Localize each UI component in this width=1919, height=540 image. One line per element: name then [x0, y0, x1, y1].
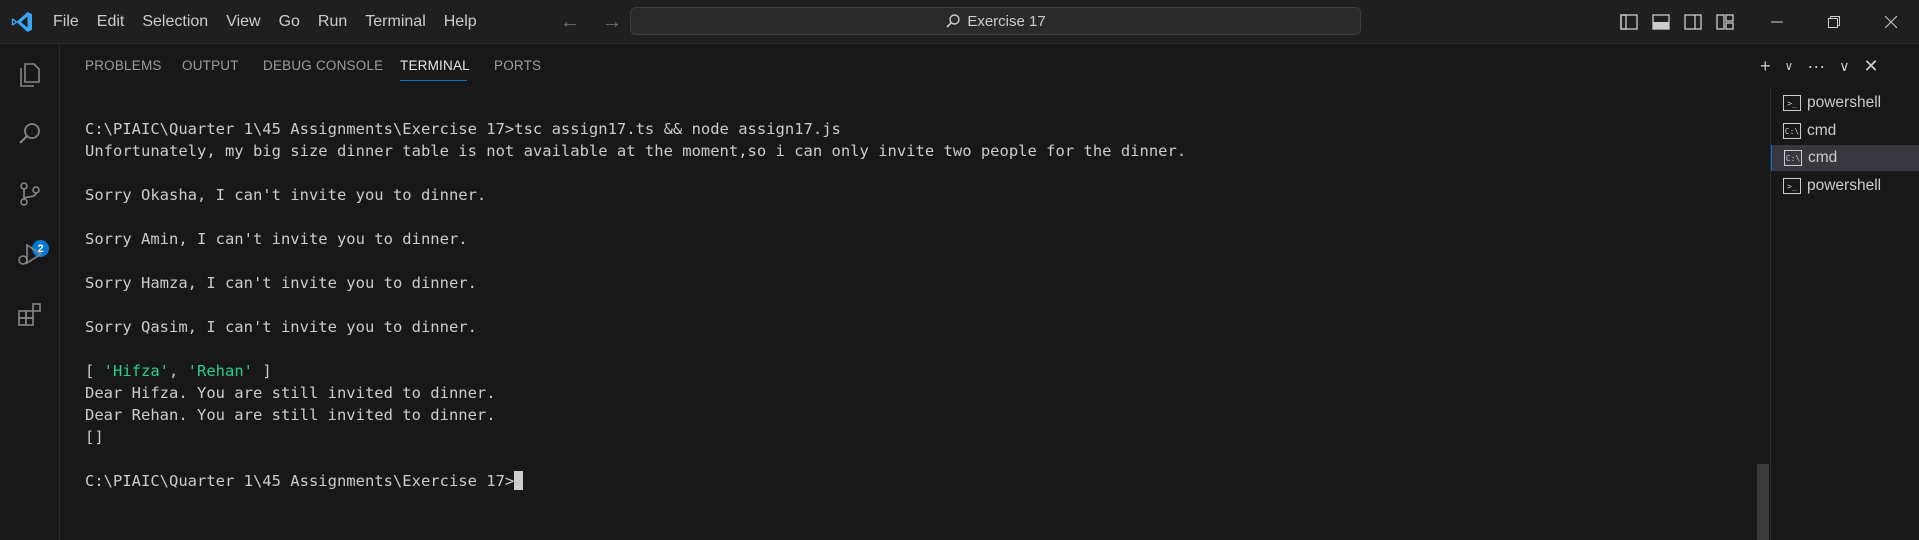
explorer-button[interactable]: [12, 56, 48, 92]
terminal-cursor: [514, 471, 524, 490]
close-button[interactable]: [1862, 0, 1919, 44]
layout-controls: [1620, 0, 1734, 44]
terminal-line: Unfortunately, my big size dinner table …: [85, 142, 1187, 160]
menu-go[interactable]: Go: [270, 0, 309, 44]
menu-file[interactable]: File: [44, 0, 88, 44]
terminal-scrollbar[interactable]: [1757, 464, 1769, 540]
run-debug-icon: [18, 243, 43, 265]
tab-output[interactable]: OUTPUT: [182, 58, 239, 73]
close-icon: [1884, 16, 1897, 28]
terminal-line: Sorry Okasha, I can't invite you to dinn…: [85, 186, 487, 204]
terminal-tab-label: cmd: [1807, 122, 1837, 139]
files-icon: [20, 63, 40, 87]
powershell-icon: >_: [1783, 178, 1801, 194]
extensions-button[interactable]: [12, 296, 48, 332]
terminal-prompt: C:\PIAIC\Quarter 1\45 Assignments\Exerci…: [85, 472, 515, 490]
terminal-line: C:\PIAIC\Quarter 1\45 Assignments\Exerci…: [85, 120, 841, 138]
terminal-line: Sorry Hamza, I can't invite you to dinne…: [85, 274, 477, 292]
tab-ports[interactable]: PORTS: [494, 58, 541, 73]
menu-bar: File Edit Selection View Go Run Terminal…: [44, 0, 486, 44]
menu-view[interactable]: View: [217, 0, 269, 44]
extensions-icon: [18, 303, 41, 326]
terminal-output[interactable]: C:\PIAIC\Quarter 1\45 Assignments\Exerci…: [85, 118, 1745, 492]
terminal-array-line: [ 'Hifza', 'Rehan' ]: [85, 360, 1745, 382]
terminal-line: Dear Rehan. You are still invited to din…: [85, 406, 496, 424]
search-view-button[interactable]: [12, 116, 48, 152]
navigation-arrows: ← →: [560, 0, 622, 44]
array-open: [: [85, 362, 104, 380]
toggle-primary-sidebar-icon[interactable]: [1620, 14, 1638, 30]
terminal-line: Sorry Amin, I can't invite you to dinner…: [85, 230, 468, 248]
toggle-panel-icon[interactable]: [1652, 14, 1670, 30]
minimize-button[interactable]: [1748, 0, 1805, 44]
terminal-tab-label: powershell: [1807, 177, 1882, 194]
back-arrow-icon[interactable]: ←: [560, 11, 580, 34]
terminal-line: Dear Hifza. You are still invited to din…: [85, 384, 496, 402]
cmd-icon: C:\: [1784, 150, 1802, 166]
terminal-tab-powershell-2[interactable]: >_ powershell: [1771, 173, 1919, 199]
run-debug-button[interactable]: [12, 236, 48, 272]
tab-debug-console[interactable]: DEBUG CONSOLE: [263, 58, 383, 73]
string-hifza: 'Hifza': [103, 362, 169, 380]
minimize-icon: [1770, 21, 1783, 23]
vscode-logo-icon: [11, 12, 33, 32]
terminal-tab-cmd-1[interactable]: C:\ cmd: [1771, 118, 1919, 144]
panel-actions: + ∨ ··· ∨ ✕: [1760, 44, 1879, 88]
array-close: ]: [253, 362, 272, 380]
terminal-line: Sorry Qasim, I can't invite you to dinne…: [85, 318, 477, 336]
terminal-tab-label: cmd: [1808, 149, 1838, 166]
command-center-label: Exercise 17: [967, 12, 1046, 30]
menu-help[interactable]: Help: [435, 0, 486, 44]
customize-layout-icon[interactable]: [1716, 14, 1734, 30]
toggle-secondary-sidebar-icon[interactable]: [1684, 14, 1702, 30]
close-panel-icon[interactable]: ✕: [1864, 56, 1879, 77]
command-center-search[interactable]: Exercise 17: [630, 7, 1361, 35]
cmd-icon: C:\: [1783, 123, 1801, 139]
powershell-icon: >_: [1783, 95, 1801, 111]
maximize-panel-icon[interactable]: ∨: [1839, 58, 1849, 75]
terminal-tab-label: powershell: [1807, 94, 1882, 111]
menu-selection[interactable]: Selection: [133, 0, 217, 44]
menu-run[interactable]: Run: [309, 0, 356, 44]
source-control-icon: [20, 182, 40, 206]
window-controls: [1748, 0, 1919, 44]
title-bar: File Edit Selection View Go Run Terminal…: [0, 0, 1919, 44]
terminal-tab-cmd-2[interactable]: C:\ cmd: [1771, 145, 1919, 171]
chevron-down-icon[interactable]: ∨: [1785, 59, 1794, 73]
restore-icon: [1827, 16, 1840, 28]
menu-edit[interactable]: Edit: [88, 0, 134, 44]
terminal-line: []: [85, 428, 104, 446]
array-sep: ,: [169, 362, 188, 380]
restore-button[interactable]: [1805, 0, 1862, 44]
tab-terminal[interactable]: TERMINAL: [400, 58, 470, 73]
menu-terminal[interactable]: Terminal: [356, 0, 434, 44]
search-icon: [19, 123, 40, 144]
string-rehan: 'Rehan': [187, 362, 253, 380]
tab-problems[interactable]: PROBLEMS: [85, 58, 162, 73]
terminal-list: >_ powershell C:\ cmd C:\ cmd >_ powersh…: [1770, 88, 1919, 540]
panel-tab-bar: PROBLEMS OUTPUT DEBUG CONSOLE TERMINAL P…: [60, 44, 1760, 88]
search-icon: [946, 14, 961, 28]
activity-bar: 2: [0, 44, 60, 540]
active-tab-indicator: [400, 80, 467, 81]
source-control-button[interactable]: [12, 176, 48, 212]
more-actions-icon[interactable]: ···: [1807, 56, 1825, 77]
forward-arrow-icon[interactable]: →: [602, 11, 622, 34]
terminal-prompt-line: C:\PIAIC\Quarter 1\45 Assignments\Exerci…: [85, 470, 1745, 492]
new-terminal-icon[interactable]: +: [1760, 56, 1771, 77]
terminal-tab-powershell-1[interactable]: >_ powershell: [1771, 90, 1919, 116]
